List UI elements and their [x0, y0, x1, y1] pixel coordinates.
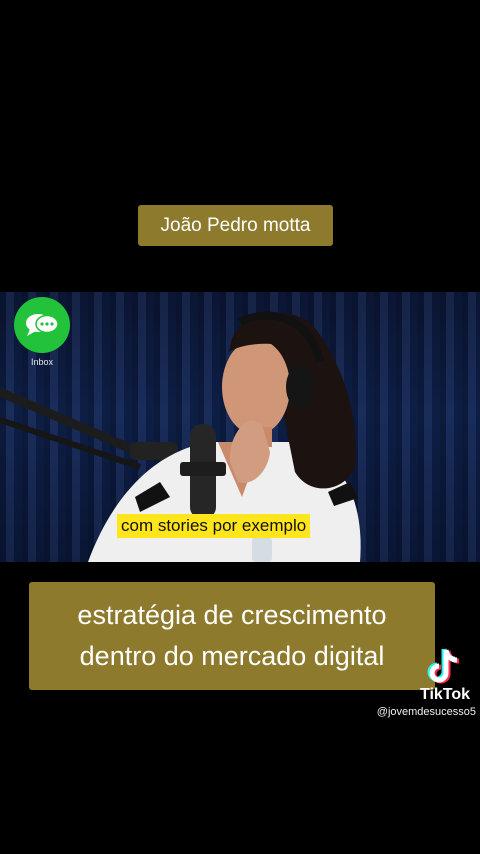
caption-line-2: dentro do mercado digital [79, 641, 385, 671]
video-subtitle: com stories por exemplo [117, 514, 311, 538]
caption-box: estratégia de crescimento dentro do merc… [29, 582, 435, 690]
inbox-label: Inbox [30, 357, 54, 367]
chat-bubbles-icon [26, 314, 59, 336]
caption-line-1: estratégia de crescimento [77, 600, 387, 630]
tiktok-brand: TikTok [419, 686, 471, 703]
speaker-name-tag: João Pedro motta [138, 205, 333, 246]
creator-handle[interactable]: @jovemdesucesso5 [352, 706, 476, 718]
tiktok-note-icon [427, 648, 460, 684]
inbox-button[interactable] [14, 297, 70, 353]
